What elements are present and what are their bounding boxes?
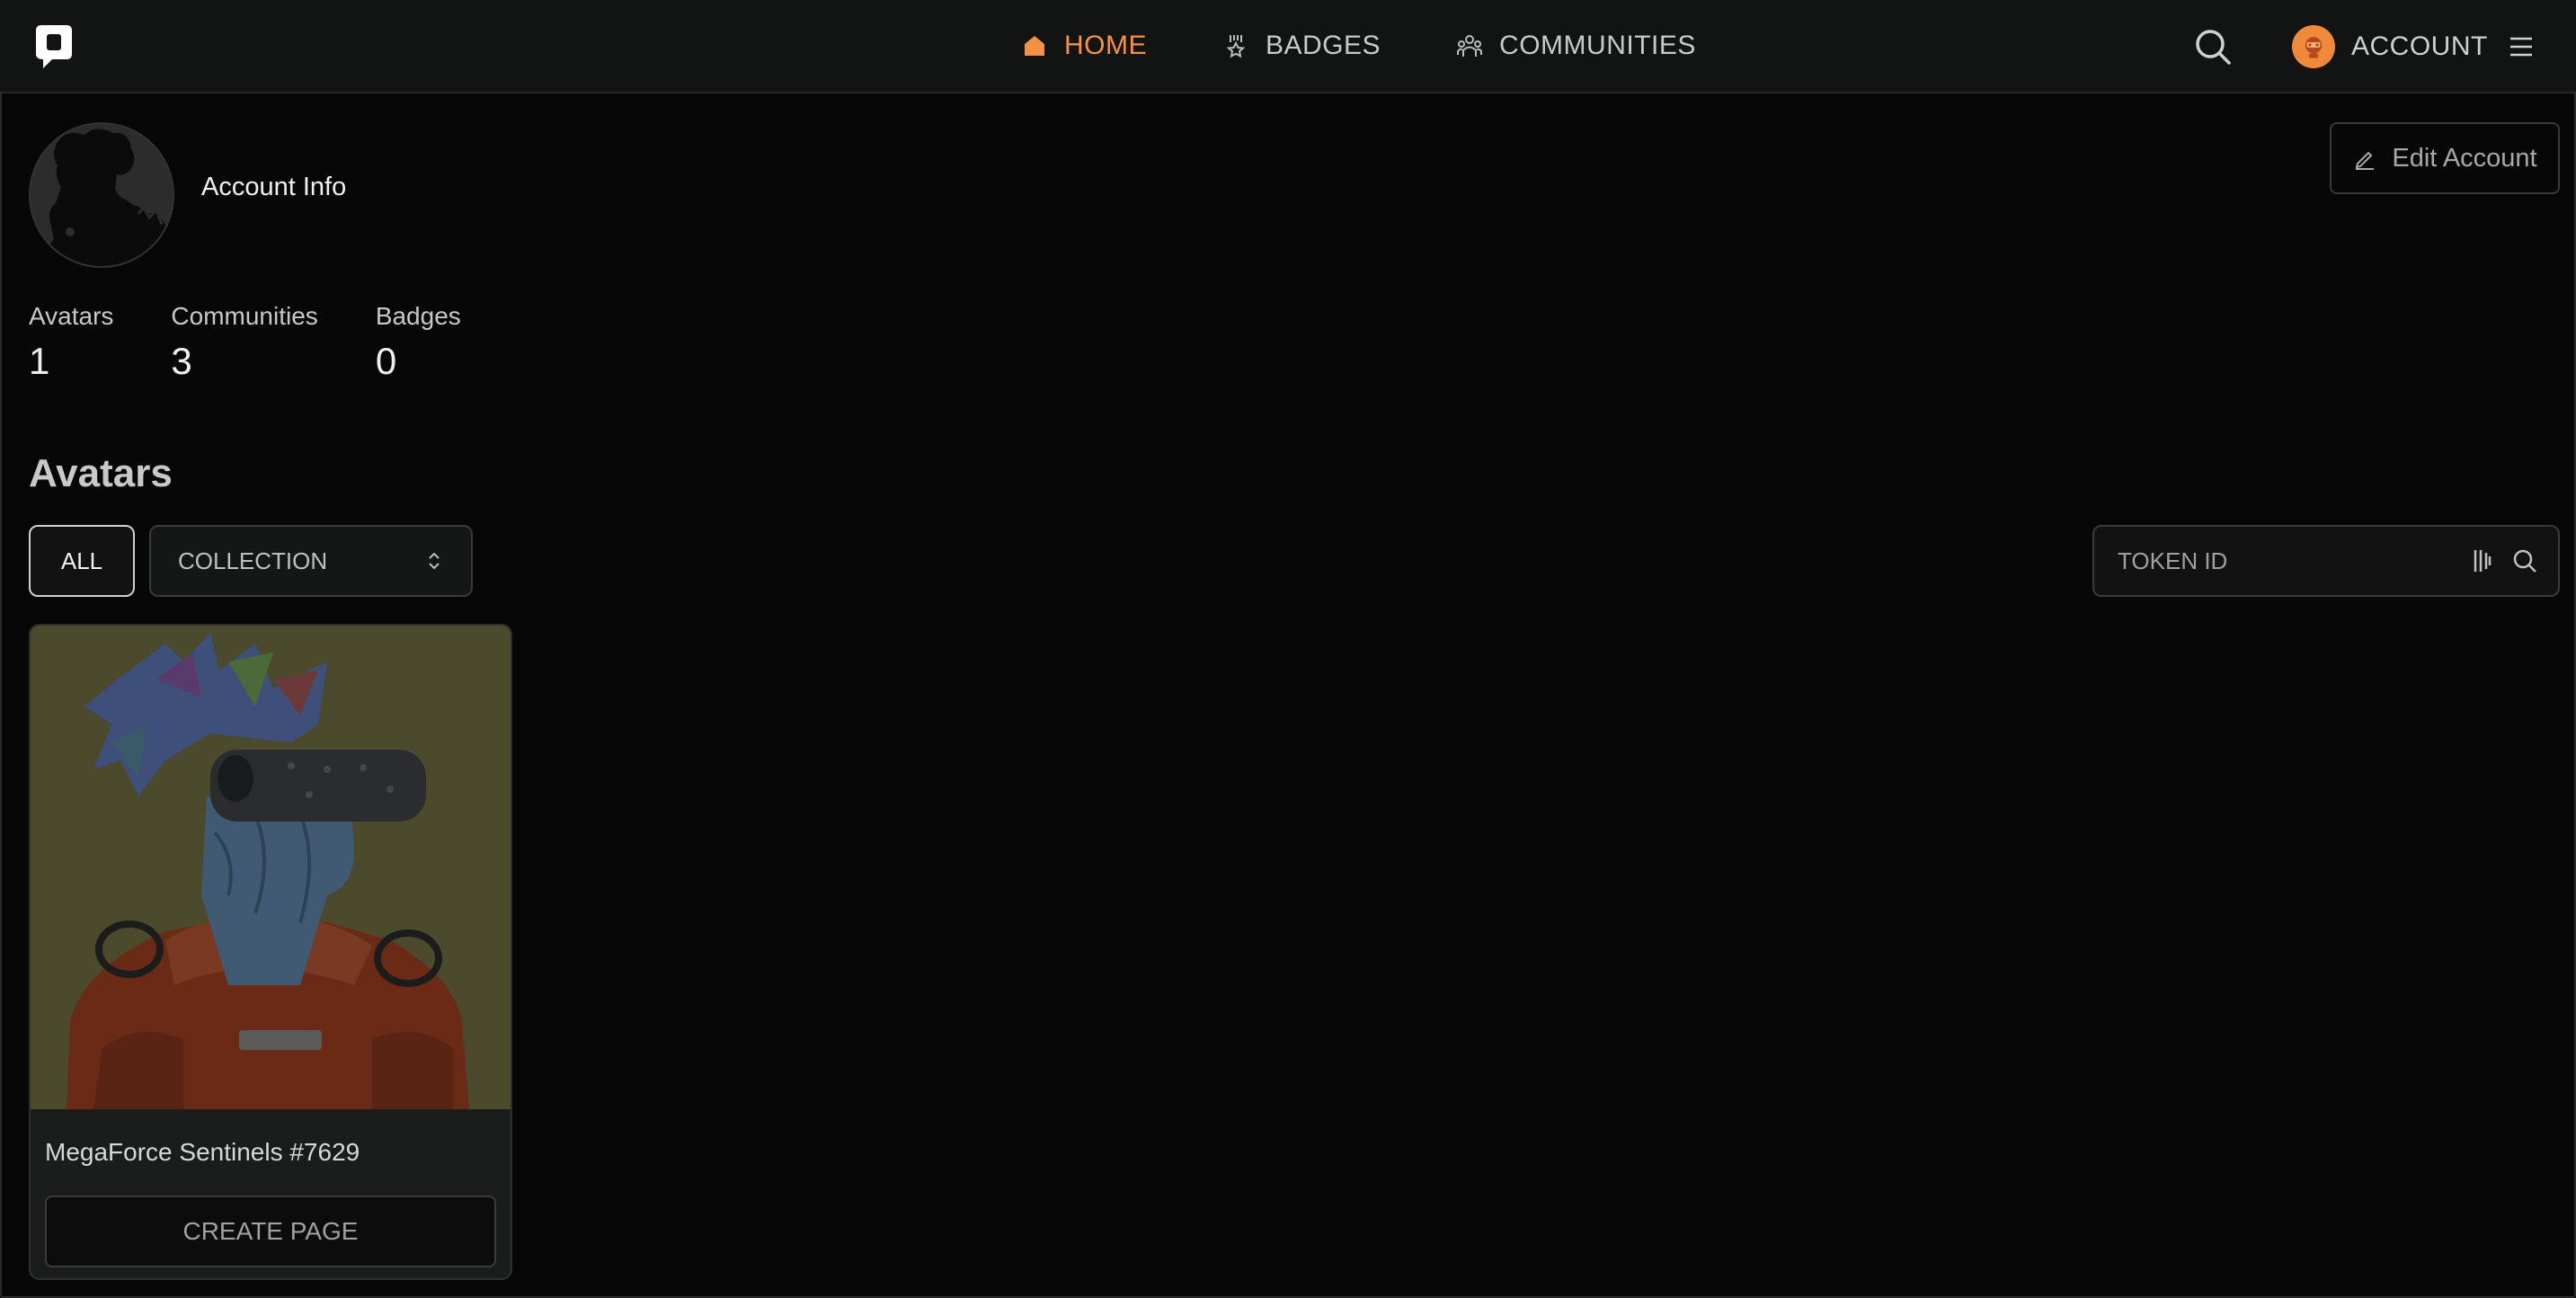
create-page-button[interactable]: CREATE PAGE (45, 1196, 496, 1267)
stat-badges[interactable]: Badges 0 (376, 302, 461, 383)
stat-value: 3 (171, 340, 192, 382)
nav-badges[interactable]: BADGES (1222, 31, 1381, 61)
stat-label: Avatars (29, 302, 114, 330)
search-icon[interactable] (2511, 547, 2538, 574)
stat-avatars[interactable]: Avatars 1 (29, 302, 113, 383)
robot-icon (2305, 37, 2323, 58)
filter-sort-icon[interactable] (2470, 547, 2497, 574)
collection-select-value: COLLECTION (178, 547, 328, 574)
stat-value: 0 (375, 340, 397, 382)
nav-home-label: HOME (1064, 31, 1147, 60)
app-logo-icon[interactable] (32, 22, 76, 72)
stat-label: Communities (171, 302, 318, 330)
token-search-actions (2470, 547, 2538, 574)
chevron-updown-icon (429, 552, 440, 570)
search-icon[interactable] (2193, 27, 2233, 67)
avatars-section-title: Avatars (29, 451, 173, 495)
account-label: ACCOUNT (2351, 31, 2488, 61)
token-id-input[interactable] (2118, 547, 2470, 575)
stat-value: 1 (29, 340, 50, 382)
profile-avatar[interactable] (29, 122, 174, 268)
communities-icon (1457, 35, 1483, 57)
top-nav-bar: HOME BADGES COMMUNITIES ACCOUNT (0, 0, 2576, 93)
edit-account-button[interactable]: Edit Account (2330, 122, 2560, 194)
badge-icon (1226, 35, 1246, 58)
account-avatar (2292, 25, 2335, 68)
nav-communities-label: COMMUNITIES (1499, 31, 1696, 60)
nav-badges-label: BADGES (1266, 31, 1381, 60)
filter-all-button[interactable]: ALL (29, 525, 135, 597)
nav-communities[interactable]: COMMUNITIES (1456, 31, 1696, 61)
avatar-card-title: MegaForce Sentinels #7629 (45, 1138, 360, 1166)
avatar-card[interactable]: MegaForce Sentinels #7629 CREATE PAGE (29, 624, 512, 1280)
home-icon (1025, 36, 1044, 56)
stat-communities[interactable]: Communities 3 (171, 302, 317, 383)
avatar-silhouette-icon (31, 124, 173, 266)
account-menu[interactable]: ACCOUNT (2292, 23, 2488, 70)
stat-label: Badges (375, 302, 461, 330)
token-id-search (2092, 525, 2560, 597)
avatar-artwork (31, 626, 511, 1109)
avatar-image (31, 626, 511, 1109)
hamburger-menu-icon[interactable] (2508, 34, 2535, 59)
collection-select[interactable]: COLLECTION (149, 525, 473, 597)
pencil-icon (2356, 151, 2375, 170)
edit-account-label: Edit Account (2392, 143, 2537, 173)
nav-home[interactable]: HOME (1021, 31, 1147, 61)
account-info-label: Account Info (201, 173, 347, 201)
profile-stats: Avatars 1 Communities 3 Badges 0 (29, 302, 519, 383)
main-nav: HOME BADGES COMMUNITIES (1021, 0, 1696, 92)
